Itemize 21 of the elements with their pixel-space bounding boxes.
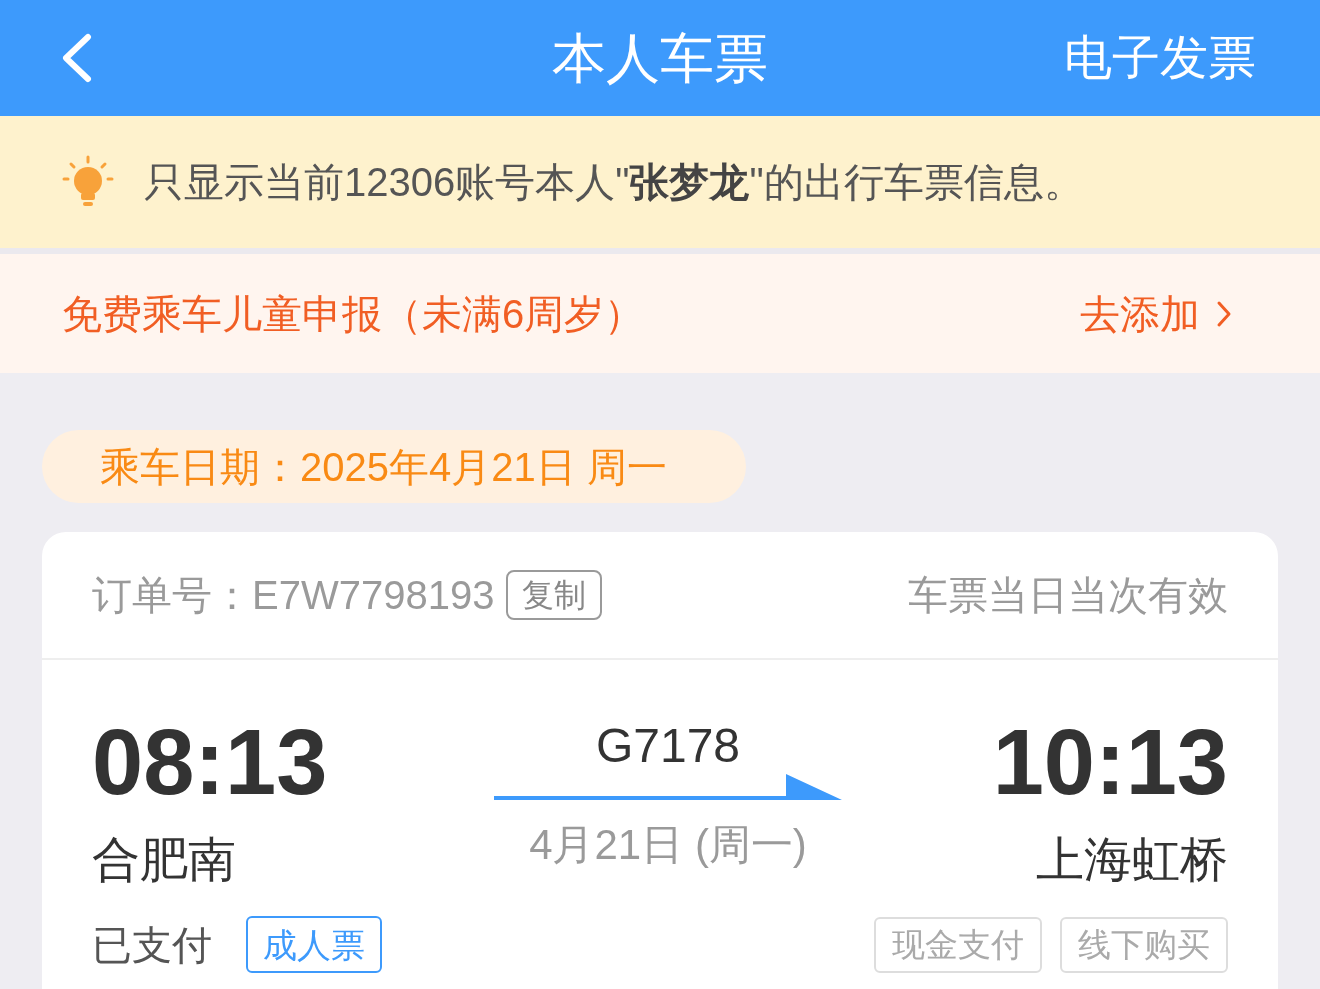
departure-station: 合肥南 bbox=[92, 836, 236, 884]
notice-text: 只显示当前12306账号本人"张梦龙"的出行车票信息。 bbox=[144, 162, 1084, 202]
purchase-tag: 现金支付 bbox=[874, 916, 1042, 973]
ticket-type-tag: 成人票 bbox=[246, 916, 382, 973]
travel-date: 4月21日 (周一) bbox=[529, 824, 807, 866]
purchase-tag: 线下购买 bbox=[1060, 916, 1228, 973]
travel-date-pill: 乘车日期：2025年4月21日 周一 bbox=[42, 430, 746, 503]
light-bulb-icon bbox=[62, 155, 114, 209]
arrow-icon bbox=[494, 774, 842, 802]
validity-text: 车票当日当次有效 bbox=[908, 575, 1228, 615]
departure-time: 08:13 bbox=[92, 716, 328, 808]
arrival-station: 上海虹桥 bbox=[1036, 836, 1228, 884]
payment-status: 已支付 bbox=[92, 924, 212, 965]
arrival-time: 10:13 bbox=[992, 716, 1228, 808]
copy-button[interactable]: 复制 bbox=[506, 570, 603, 620]
order-number: 订单号：E7W7798193 bbox=[92, 575, 495, 615]
child-declaration-text: 免费乘车儿童申报（未满6周岁） bbox=[62, 293, 645, 334]
page-title: 本人车票 bbox=[552, 31, 768, 85]
e-invoice-button[interactable]: 电子发票 bbox=[1064, 34, 1256, 82]
train-number: G7178 bbox=[595, 722, 741, 770]
add-button[interactable]: 去添加 bbox=[1080, 293, 1232, 334]
